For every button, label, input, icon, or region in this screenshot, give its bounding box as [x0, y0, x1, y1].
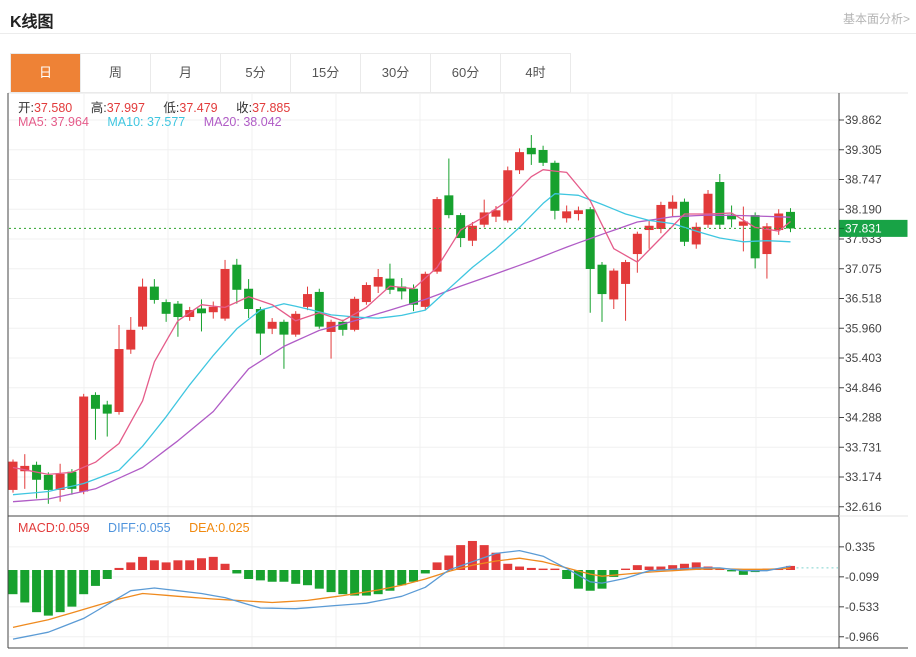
- macd-legend: MACD:0.059 DIFF:0.055 DEA:0.025: [18, 521, 265, 535]
- svg-text:0.335: 0.335: [845, 540, 875, 554]
- open-value: 开:37.580: [18, 101, 72, 115]
- diff-value: DIFF:0.055: [108, 521, 171, 535]
- svg-text:-0.966: -0.966: [845, 630, 879, 644]
- fundamental-analysis-link[interactable]: 基本面分析>: [843, 10, 910, 27]
- tab-day[interactable]: 日: [11, 54, 81, 92]
- page-title: K线图: [10, 8, 54, 32]
- svg-text:39.305: 39.305: [845, 143, 882, 157]
- svg-text:-0.533: -0.533: [845, 600, 879, 614]
- tab-4hour[interactable]: 4时: [501, 54, 570, 92]
- ohlc-legend: 开:37.580 高:37.997 低:37.479 收:37.885: [18, 97, 305, 116]
- svg-text:34.846: 34.846: [845, 381, 882, 395]
- low-value: 低:37.479: [163, 101, 217, 115]
- ma10-value: MA10: 37.577: [107, 115, 185, 129]
- macd-value: MACD:0.059: [18, 521, 90, 535]
- svg-text:35.403: 35.403: [845, 351, 882, 365]
- tab-week[interactable]: 周: [81, 54, 151, 92]
- dea-value: DEA:0.025: [189, 521, 249, 535]
- svg-text:-0.099: -0.099: [845, 570, 879, 584]
- close-value: 收:37.885: [236, 101, 290, 115]
- svg-text:39.862: 39.862: [845, 113, 882, 127]
- svg-text:38.747: 38.747: [845, 173, 882, 187]
- svg-text:36.518: 36.518: [845, 292, 882, 306]
- svg-text:34.288: 34.288: [845, 411, 882, 425]
- tab-5min[interactable]: 5分: [221, 54, 291, 92]
- svg-text:33.174: 33.174: [845, 470, 882, 484]
- svg-text:35.960: 35.960: [845, 321, 882, 335]
- ma20-value: MA20: 38.042: [204, 115, 282, 129]
- tab-month[interactable]: 月: [151, 54, 221, 92]
- header-divider: [0, 33, 916, 34]
- high-value: 高:37.997: [91, 101, 145, 115]
- svg-text:33.731: 33.731: [845, 440, 882, 454]
- svg-text:38.190: 38.190: [845, 202, 882, 216]
- interval-tabbar: 日 周 月 5分 15分 30分 60分 4时: [10, 53, 571, 93]
- tab-60min[interactable]: 60分: [431, 54, 501, 92]
- svg-text:32.616: 32.616: [845, 500, 882, 514]
- tab-30min[interactable]: 30分: [361, 54, 431, 92]
- ma5-value: MA5: 37.964: [18, 115, 89, 129]
- tab-15min[interactable]: 15分: [291, 54, 361, 92]
- svg-text:37.075: 37.075: [845, 262, 882, 276]
- ma-legend: MA5: 37.964 MA10: 37.577 MA20: 38.042: [18, 115, 297, 129]
- svg-text:37.831: 37.831: [845, 222, 882, 236]
